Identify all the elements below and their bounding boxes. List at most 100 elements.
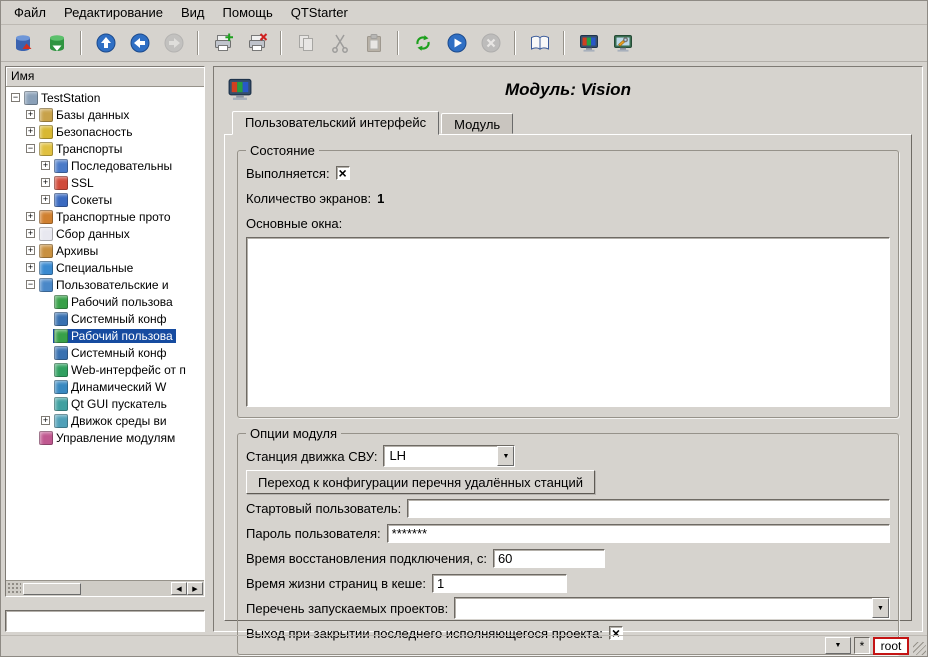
archives-icon — [39, 244, 53, 258]
screens-label: Количество экранов: — [246, 191, 371, 206]
tree-item[interactable]: +Транспортные прото — [6, 208, 204, 225]
chevron-down-icon[interactable]: ▼ — [497, 446, 514, 466]
tree-item-body: Qt GUI пускатель — [53, 397, 170, 411]
save-to-db-icon[interactable] — [41, 28, 72, 59]
tree-item[interactable]: Системный конф — [6, 344, 204, 361]
forward-icon[interactable] — [158, 28, 189, 59]
scrollbar-thumb[interactable] — [23, 583, 81, 595]
remote-stations-button[interactable]: Переход к конфигурации перечня удалённых… — [246, 470, 595, 494]
expand-icon[interactable]: + — [41, 161, 50, 170]
expand-icon[interactable]: + — [26, 110, 35, 119]
tree-item[interactable]: Динамический W — [6, 378, 204, 395]
scroll-left-icon[interactable]: ◀ — [171, 582, 187, 595]
up-icon[interactable] — [90, 28, 121, 59]
tree-item[interactable]: −Транспорты — [6, 140, 204, 157]
tree-item[interactable]: Системный конф — [6, 310, 204, 327]
menu-item-qtstarter[interactable]: QTStarter — [282, 2, 357, 23]
menu-item-помощь[interactable]: Помощь — [214, 2, 282, 23]
menu-bar: ФайлРедактированиеВидПомощьQTStarter — [1, 1, 927, 25]
menu-item-редактирование[interactable]: Редактирование — [55, 2, 172, 23]
qtstarter-config-icon[interactable] — [607, 28, 638, 59]
running-checkbox[interactable]: × — [336, 166, 350, 180]
menu-item-вид[interactable]: Вид — [172, 2, 214, 23]
tree-item[interactable]: Управление модулям — [6, 429, 204, 446]
collapse-icon[interactable]: − — [26, 144, 35, 153]
tree-item-body: Архивы — [38, 244, 101, 258]
expand-icon[interactable]: + — [26, 127, 35, 136]
tree-item[interactable]: Web-интерфейс от п — [6, 361, 204, 378]
tree-item-label: Архивы — [56, 244, 98, 258]
tree-item[interactable]: + Архивы — [6, 242, 204, 259]
menu-item-файл[interactable]: Файл — [5, 2, 55, 23]
tree-item[interactable]: +Последовательны — [6, 157, 204, 174]
chevron-down-icon[interactable]: ▼ — [872, 598, 889, 618]
load-from-db-icon[interactable] — [7, 28, 38, 59]
tree-item[interactable]: Рабочий пользова — [6, 327, 204, 344]
refresh-icon[interactable] — [407, 28, 438, 59]
scroll-right-icon[interactable]: ▶ — [187, 582, 203, 595]
back-icon[interactable] — [124, 28, 155, 59]
station-value: LH — [384, 446, 497, 466]
running-row: Выполняется: × — [246, 162, 890, 184]
expand-icon[interactable]: + — [26, 212, 35, 221]
copy-icon[interactable] — [290, 28, 321, 59]
tree-item[interactable]: −TestStation — [6, 89, 204, 106]
cache-lifetime-input[interactable] — [432, 574, 567, 593]
expand-icon[interactable]: + — [41, 178, 50, 187]
expand-icon[interactable]: + — [26, 246, 35, 255]
tree-item[interactable]: Qt GUI пускатель — [6, 395, 204, 412]
tree: −TestStation + Базы данных+Безопасность−Тр… — [6, 87, 204, 580]
expand-icon[interactable]: + — [26, 263, 35, 272]
projects-combobox[interactable]: ▼ — [454, 597, 890, 619]
tab-user-interface[interactable]: Пользовательский интерфейс — [232, 111, 439, 135]
toolbar-separator — [563, 31, 565, 55]
tree-item-label: Базы данных — [56, 108, 129, 122]
tab-module[interactable]: Модуль — [441, 113, 513, 134]
tree-item[interactable]: Рабочий пользова — [6, 293, 204, 310]
password-input[interactable] — [387, 524, 890, 543]
resize-grip[interactable] — [913, 642, 926, 655]
status-combobox[interactable]: ▼ — [825, 637, 851, 654]
tree-item-body: Движок среды ви — [53, 414, 170, 428]
manual-icon[interactable] — [524, 28, 555, 59]
vision-icon — [54, 295, 68, 309]
tree-item[interactable]: +Сбор данных — [6, 225, 204, 242]
page-title: Модуль: Vision — [224, 73, 912, 100]
collapse-icon[interactable]: − — [26, 280, 35, 289]
expand-icon[interactable]: + — [41, 195, 50, 204]
add-item-icon[interactable] — [207, 28, 238, 59]
sockets-icon — [54, 193, 68, 207]
stop-updating-icon[interactable] — [475, 28, 506, 59]
main-windows-textarea[interactable] — [246, 237, 890, 407]
station-combobox[interactable]: LH ▼ — [383, 445, 515, 467]
collapse-icon[interactable]: − — [11, 93, 20, 102]
password-label: Пароль пользователя: — [246, 526, 381, 541]
protocols-icon — [39, 210, 53, 224]
restore-time-input[interactable] — [493, 549, 605, 568]
expand-icon[interactable]: + — [26, 229, 35, 238]
tree-item-body: Рабочий пользова — [53, 329, 176, 343]
tree-item[interactable]: +Специальные — [6, 259, 204, 276]
tree-item[interactable]: +Движок среды ви — [6, 412, 204, 429]
tree-item[interactable]: −Пользовательские и — [6, 276, 204, 293]
tree-filter-input[interactable] — [5, 610, 205, 632]
tree-item[interactable]: +SSL — [6, 174, 204, 191]
module-title-row: Модуль: Vision — [224, 73, 912, 109]
start-user-input[interactable] — [407, 499, 890, 518]
delete-item-icon[interactable] — [241, 28, 272, 59]
running-label: Выполняется: — [246, 166, 330, 181]
tree-item[interactable]: +Безопасность — [6, 123, 204, 140]
chevron-down-icon: ▼ — [835, 642, 842, 649]
tree-horizontal-scrollbar[interactable]: ◀ ▶ — [6, 580, 204, 596]
toolbar-separator — [280, 31, 282, 55]
paste-icon[interactable] — [358, 28, 389, 59]
tree-item[interactable]: +Сокеты — [6, 191, 204, 208]
current-user-badge[interactable]: root — [873, 637, 909, 655]
tree-item[interactable]: + Базы данных — [6, 106, 204, 123]
tree-header[interactable]: Имя — [6, 67, 204, 87]
qtstarter-vision-icon[interactable] — [573, 28, 604, 59]
expand-icon[interactable]: + — [41, 416, 50, 425]
cut-icon[interactable] — [324, 28, 355, 59]
security-icon — [39, 125, 53, 139]
start-updating-icon[interactable] — [441, 28, 472, 59]
